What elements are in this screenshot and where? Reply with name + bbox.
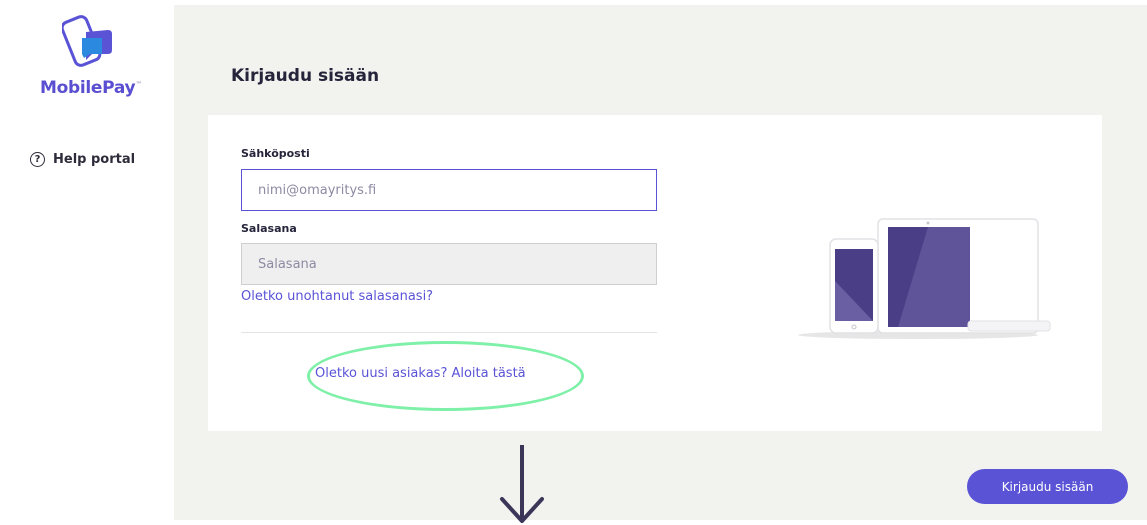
forgot-password-link[interactable]: Oletko unohtanut salasanasi? <box>241 289 433 304</box>
password-label: Salasana <box>241 222 297 235</box>
main-content: Kirjaudu sisään Sähköposti Salasana Olet… <box>174 5 1147 523</box>
logo-text: MobilePay™ <box>40 78 142 98</box>
help-portal-label: Help portal <box>53 151 136 167</box>
new-customer-link[interactable]: Oletko uusi asiakas? Aloita tästä <box>315 366 526 381</box>
login-button[interactable]: Kirjaudu sisään <box>967 469 1128 504</box>
help-portal-link[interactable]: ? Help portal <box>30 149 135 169</box>
email-input[interactable] <box>241 169 657 211</box>
sidebar: MobilePay™ ? Help portal <box>0 0 174 520</box>
page-title: Kirjaudu sisään <box>231 66 380 86</box>
mobilepay-logo-icon <box>62 15 112 67</box>
login-card: Sähköposti Salasana Oletko unohtanut sal… <box>208 115 1102 431</box>
devices-illustration <box>798 218 1051 339</box>
email-label: Sähköposti <box>241 147 310 160</box>
help-circle-icon: ? <box>30 151 45 167</box>
arrow-down-icon <box>500 445 544 523</box>
divider <box>241 332 657 333</box>
password-input[interactable] <box>241 243 657 285</box>
mobilepay-logo[interactable]: MobilePay™ <box>40 14 142 104</box>
